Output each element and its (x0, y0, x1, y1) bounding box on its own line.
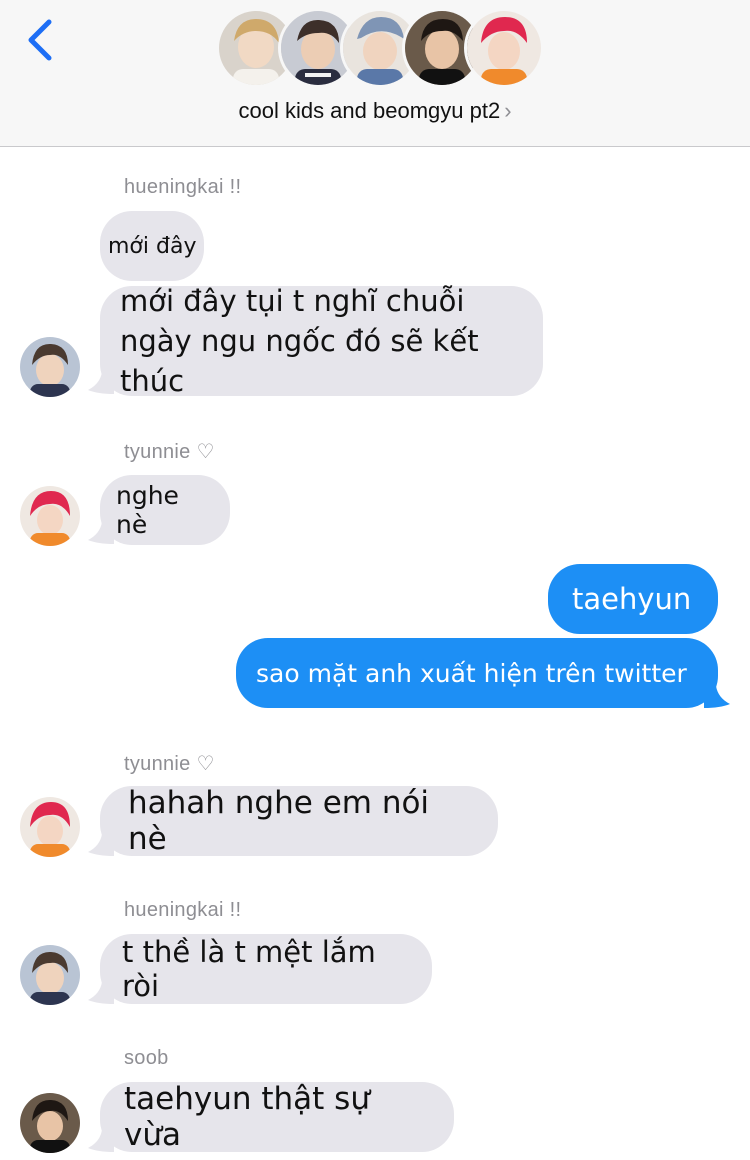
group-avatars[interactable] (216, 8, 544, 90)
chevron-left-icon (28, 19, 52, 61)
message-text: hahah nghe em nói nè (128, 785, 430, 857)
avatar[interactable] (20, 797, 80, 857)
message-text: taehyun thật sự vừa (124, 1081, 370, 1153)
sender-name: hueningkai !! (124, 899, 242, 921)
outgoing-message-bubble[interactable]: sao mặt anh xuất hiện trên twitter (236, 638, 718, 708)
sender-name: tyunnie ♡ (124, 753, 215, 775)
bubble-tail (88, 1130, 114, 1152)
message-text: sao mặt anh xuất hiện trên twitter (256, 658, 687, 688)
incoming-message-bubble[interactable]: nghe nè (100, 475, 230, 545)
incoming-message-bubble[interactable]: mới đây (100, 211, 204, 281)
back-button[interactable] (18, 14, 62, 66)
message-text: mới đây (108, 233, 197, 259)
chevron-right-icon: › (504, 98, 512, 123)
sender-name: soob (124, 1047, 169, 1069)
avatar[interactable] (20, 337, 80, 397)
avatar[interactable] (20, 1093, 80, 1153)
group-name[interactable]: cool kids and beomgyu pt2 › (0, 98, 750, 124)
sender-name: tyunnie ♡ (124, 441, 215, 463)
bubble-tail (704, 686, 730, 708)
avatar[interactable] (20, 945, 80, 1005)
message-text: mới đây tụi t nghĩ chuỗi ngày ngu ngốc đ… (120, 284, 479, 398)
conversation-header: cool kids and beomgyu pt2 › (0, 0, 750, 147)
outgoing-message-bubble[interactable]: taehyun (548, 564, 718, 634)
bubble-tail (88, 834, 114, 856)
incoming-message-bubble[interactable]: mới đây tụi t nghĩ chuỗi ngày ngu ngốc đ… (100, 284, 543, 398)
sender-name: hueningkai !! (124, 176, 242, 198)
incoming-message-bubble[interactable]: hahah nghe em nói nè (100, 785, 498, 857)
incoming-message-bubble[interactable]: t thề là t mệt lắm ròi (100, 934, 432, 1004)
group-name-label: cool kids and beomgyu pt2 (238, 98, 501, 123)
message-text: nghe nè (116, 481, 179, 539)
incoming-message-bubble[interactable]: taehyun thật sự vừa (100, 1081, 454, 1153)
avatar[interactable] (20, 486, 80, 546)
message-text: taehyun (572, 582, 692, 616)
bubble-tail (88, 522, 114, 544)
bubble-tail (88, 982, 114, 1004)
message-text: t thề là t mệt lắm ròi (122, 935, 376, 1003)
avatar (464, 8, 544, 88)
bubble-tail (88, 372, 114, 394)
